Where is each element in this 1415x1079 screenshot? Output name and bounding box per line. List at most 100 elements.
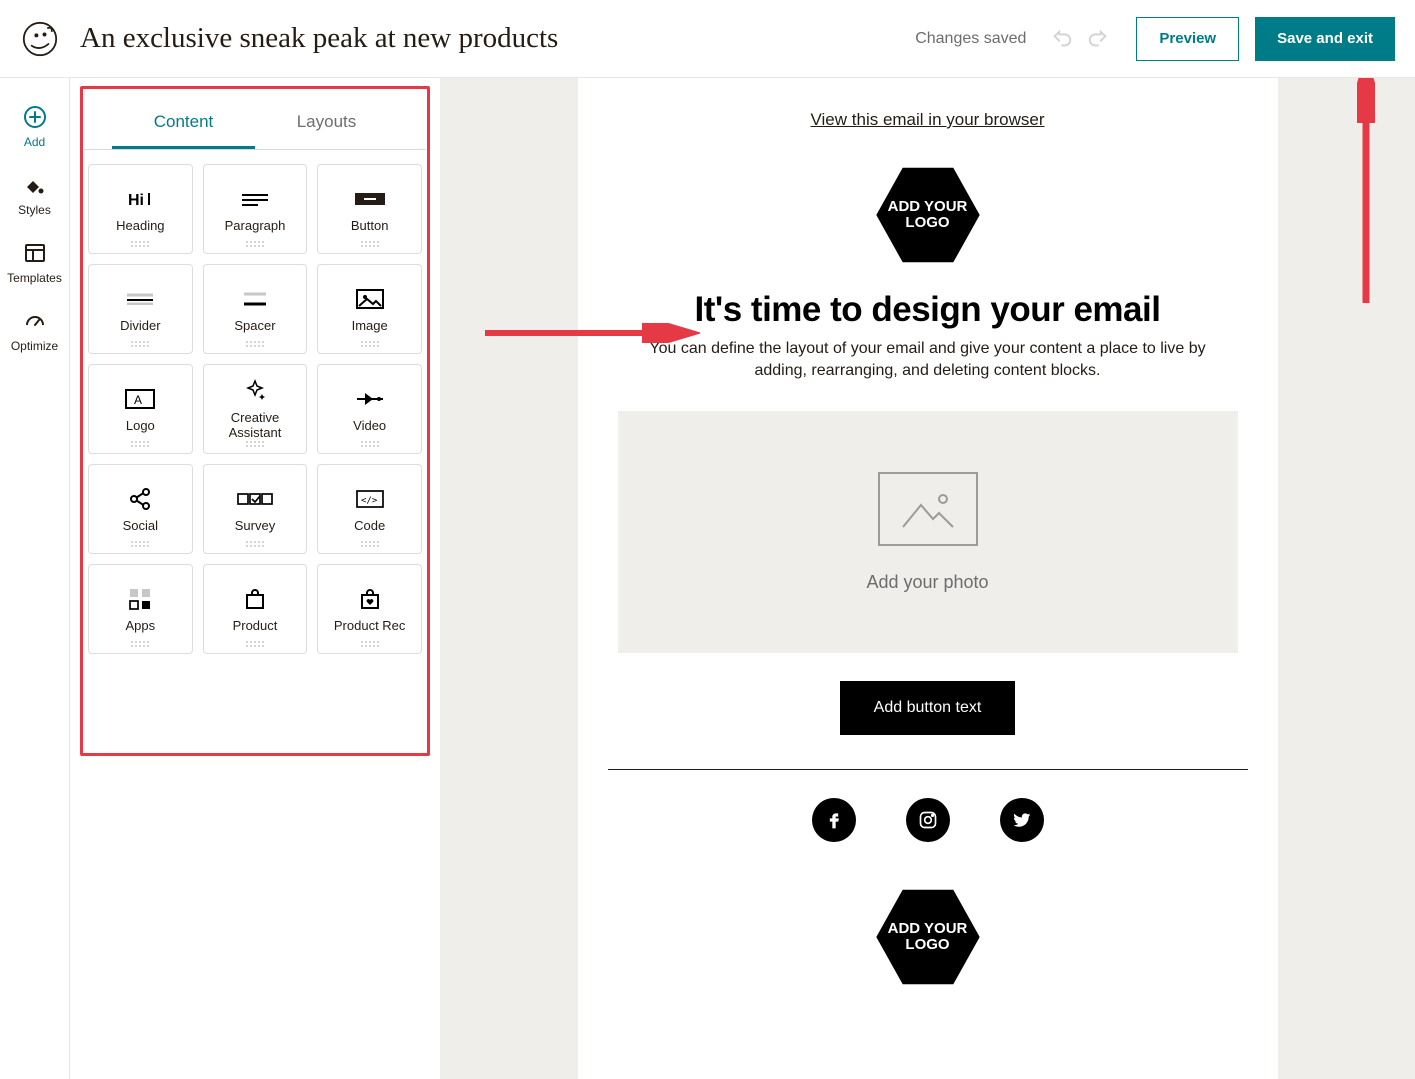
cta-button[interactable]: Add button text <box>840 681 1016 735</box>
logo-icon: A <box>124 385 156 413</box>
footer-logo-placeholder[interactable]: ADD YOUR LOGO <box>873 882 983 992</box>
bag-icon <box>243 585 267 613</box>
block-creative-assistant[interactable]: Creative Assistant <box>203 364 308 454</box>
canvas-area: View this email in your browser ADD YOUR… <box>440 78 1415 1079</box>
logo-placeholder[interactable]: ADD YOUR LOGO <box>873 160 983 270</box>
spacer-icon <box>240 285 270 313</box>
block-label: Product Rec <box>334 619 406 634</box>
block-image[interactable]: Image <box>317 264 422 354</box>
footer-logo-text: ADD YOUR LOGO <box>873 882 983 992</box>
hi-icon: Hi <box>125 185 155 213</box>
drag-handle-icon <box>131 241 149 247</box>
drag-handle-icon <box>361 441 379 447</box>
blocks-grid: Hi Heading Paragraph Button Divider Spacer Ima… <box>70 150 440 668</box>
tab-content[interactable]: Content <box>112 100 255 149</box>
image-placeholder[interactable]: Add your photo <box>618 411 1238 653</box>
button-icon <box>354 185 386 213</box>
rail-label: Add <box>24 135 45 149</box>
drag-handle-icon <box>246 641 264 647</box>
block-apps[interactable]: Apps <box>88 564 193 654</box>
svg-text:A: A <box>134 393 142 407</box>
email-subheading[interactable]: You can define the layout of your email … <box>628 338 1228 381</box>
rail-label: Styles <box>18 203 51 217</box>
rail-templates[interactable]: Templates <box>1 229 69 297</box>
template-icon <box>23 241 47 265</box>
block-product[interactable]: Product <box>203 564 308 654</box>
view-in-browser-link[interactable]: View this email in your browser <box>578 110 1278 130</box>
block-social[interactable]: Social <box>88 464 193 554</box>
rail-add[interactable]: Add <box>1 93 69 161</box>
block-paragraph[interactable]: Paragraph <box>203 164 308 254</box>
block-code[interactable]: </> Code <box>317 464 422 554</box>
redo-button[interactable] <box>1080 21 1116 57</box>
block-spacer[interactable]: Spacer <box>203 264 308 354</box>
block-label: Code <box>354 519 385 534</box>
drag-handle-icon <box>246 341 264 347</box>
block-logo[interactable]: A Logo <box>88 364 193 454</box>
survey-icon <box>237 485 273 513</box>
drag-handle-icon <box>131 541 149 547</box>
drag-handle-icon <box>246 441 264 447</box>
tab-layouts[interactable]: Layouts <box>255 100 398 149</box>
block-label: Paragraph <box>225 219 286 234</box>
block-label: Divider <box>120 319 160 334</box>
block-label: Social <box>123 519 158 534</box>
panel-tabs: Content Layouts <box>84 100 426 150</box>
save-status: Changes saved <box>915 30 1026 48</box>
drag-handle-icon <box>361 341 379 347</box>
save-exit-button[interactable]: Save and exit <box>1255 17 1395 61</box>
instagram-icon[interactable] <box>906 798 950 842</box>
rail-optimize[interactable]: Optimize <box>1 297 69 365</box>
block-label: Survey <box>235 519 275 534</box>
block-divider[interactable]: Divider <box>88 264 193 354</box>
block-video[interactable]: Video <box>317 364 422 454</box>
block-heading[interactable]: Hi Heading <box>88 164 193 254</box>
sparkle-icon <box>242 377 268 405</box>
drag-handle-icon <box>131 341 149 347</box>
mailchimp-logo <box>20 19 60 59</box>
email-canvas[interactable]: View this email in your browser ADD YOUR… <box>578 78 1278 1079</box>
campaign-title: An exclusive sneak peak at new products <box>80 22 558 55</box>
bag-heart-icon <box>358 585 382 613</box>
annotation-arrow-right <box>480 323 700 343</box>
block-survey[interactable]: Survey <box>203 464 308 554</box>
drag-handle-icon <box>246 541 264 547</box>
annotation-arrow-up <box>1357 78 1375 308</box>
code-icon: </> <box>355 485 385 513</box>
tool-rail: Add Styles Templates Optimize <box>0 78 70 1079</box>
drag-handle-icon <box>246 241 264 247</box>
block-label: Heading <box>116 219 164 234</box>
rail-styles[interactable]: Styles <box>1 161 69 229</box>
drag-handle-icon <box>361 641 379 647</box>
email-divider[interactable] <box>608 769 1248 770</box>
block-label: Creative Assistant <box>204 411 307 441</box>
block-product-rec[interactable]: Product Rec <box>317 564 422 654</box>
block-label: Button <box>351 219 389 234</box>
drag-handle-icon <box>131 641 149 647</box>
image-placeholder-label: Add your photo <box>866 572 988 593</box>
image-icon <box>355 285 385 313</box>
block-label: Apps <box>126 619 156 634</box>
social-row[interactable] <box>578 798 1278 842</box>
rail-label: Optimize <box>11 339 58 353</box>
undo-button[interactable] <box>1044 21 1080 57</box>
facebook-icon[interactable] <box>812 798 856 842</box>
share-icon <box>128 485 152 513</box>
paragraph-icon <box>240 185 270 213</box>
apps-icon <box>127 585 153 613</box>
svg-text:Hi: Hi <box>128 192 144 209</box>
video-icon <box>355 385 385 413</box>
block-label: Spacer <box>234 319 275 334</box>
topbar: An exclusive sneak peak at new products … <box>0 0 1415 78</box>
drag-handle-icon <box>361 541 379 547</box>
preview-button[interactable]: Preview <box>1136 17 1239 61</box>
block-label: Logo <box>126 419 155 434</box>
paint-icon <box>23 173 47 197</box>
block-label: Product <box>233 619 278 634</box>
twitter-icon[interactable] <box>1000 798 1044 842</box>
divider-icon <box>125 285 155 313</box>
svg-text:</>: </> <box>361 496 378 506</box>
block-button[interactable]: Button <box>317 164 422 254</box>
gauge-icon <box>23 309 47 333</box>
block-label: Image <box>352 319 388 334</box>
